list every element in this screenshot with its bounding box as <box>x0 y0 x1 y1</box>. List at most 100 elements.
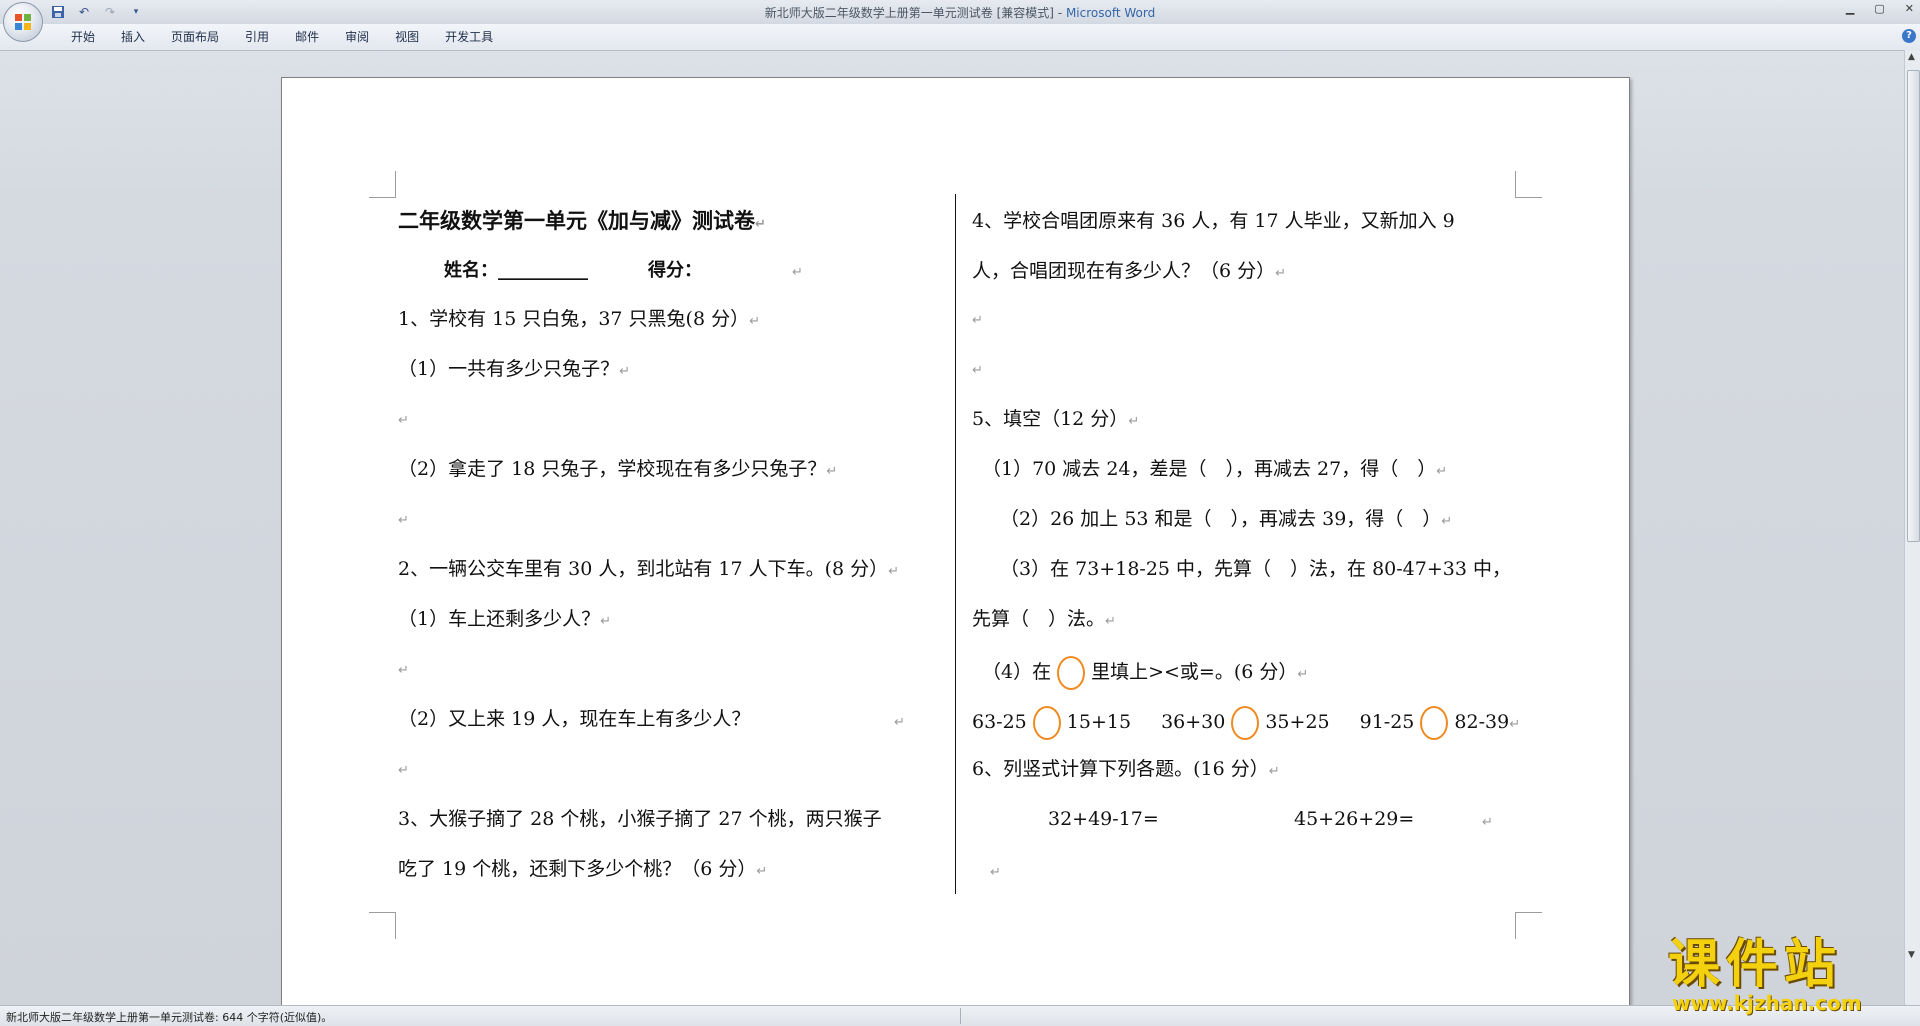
scroll-down-icon[interactable]: ▼ <box>1908 950 1915 960</box>
question-3-text-a: 3、大猴子摘了 28 个桃，小猴子摘了 27 个桃，两只猴子 <box>398 808 882 830</box>
question-2-1: （1）车上还剩多少人？↵ <box>398 606 611 635</box>
column-divider <box>955 194 956 894</box>
comparison-circle <box>1057 656 1086 690</box>
question-1-text: 1、学校有 15 只白兔，37 只黑兔(8 分） <box>398 308 750 330</box>
watermark-logo-text: 课件站 <box>1668 935 1843 995</box>
cmp-3-right: 82-39 <box>1454 711 1510 733</box>
cmp-3-left: 91-25 <box>1359 711 1415 733</box>
minimize-icon[interactable]: ▁ <box>1846 2 1854 15</box>
app-name: Microsoft Word <box>1065 6 1156 20</box>
paragraph-mark: ↵ <box>1128 414 1140 429</box>
question-5-4: （4）在 里填上><或=。(6 分）↵ <box>982 656 1308 690</box>
question-5-text: 5、填空（12 分） <box>972 408 1129 430</box>
tab-view[interactable]: 视图 <box>382 29 432 45</box>
cmp-1-right: 15+15 <box>1066 711 1132 733</box>
tab-review[interactable]: 审阅 <box>332 29 382 45</box>
tab-home[interactable]: 开始 <box>58 29 108 45</box>
name-label: 姓名： <box>444 260 498 281</box>
tab-developer[interactable]: 开发工具 <box>432 29 506 45</box>
cmp-2-right: 35+25 <box>1265 711 1330 733</box>
question-5-3-line-2: 先算（ ）法。↵ <box>972 606 1116 635</box>
question-1-2: （2）拿走了 18 只兔子，学校现在有多少只兔子？↵ <box>398 456 837 485</box>
paragraph-mark: ↵ <box>1105 614 1116 629</box>
crop-mark <box>1515 171 1542 198</box>
question-5-1-text: （1）70 减去 24，差是（ ），再减去 27，得（ ） <box>982 458 1437 480</box>
question-3-line-1: 3、大猴子摘了 28 个桃，小猴子摘了 27 个桃，两只猴子 <box>398 806 882 832</box>
office-button[interactable] <box>3 2 43 42</box>
question-2: 2、一辆公交车里有 30 人，到北站有 17 人下车。(8 分）↵ <box>398 556 899 585</box>
scroll-thumb[interactable] <box>1907 70 1920 542</box>
paragraph-mark: ↵ <box>1436 464 1448 479</box>
question-4-line-2: 人，合唱团现在有多少人？（6 分）↵ <box>972 258 1286 287</box>
close-icon[interactable]: ✕ <box>1905 2 1914 15</box>
comparison-row: 63-25 15+15 36+30 35+25 91-25 82-39↵ <box>972 706 1520 740</box>
status-text: 新北师大版二年级数学上册第一单元测试卷: 644 个字符(近似值)。 <box>6 1011 333 1024</box>
name-score-line: 姓名：__________ 得分： <box>444 258 702 284</box>
paragraph-mark: ↵ <box>398 763 409 778</box>
paragraph-mark: ↵ <box>619 364 630 379</box>
question-5-4-text-tail: <或=。(6 分） <box>1164 661 1298 683</box>
question-2-1-text: （1）车上还剩多少人？ <box>398 608 601 630</box>
exam-title-text: 二年级数学第一单元《加与减》测试卷 <box>398 209 755 233</box>
paragraph-mark: ↵ <box>972 313 983 328</box>
question-4-text-b: 人，合唱团现在有多少人？（6 分） <box>972 260 1276 282</box>
watermark: 课件站 www.kjzhan.com <box>1668 922 1908 1015</box>
help-icon[interactable]: ? <box>1902 29 1916 43</box>
question-6: 6、列竖式计算下列各题。(16 分）↵ <box>972 756 1280 785</box>
question-1-2-text: （2）拿走了 18 只兔子，学校现在有多少只兔子？ <box>398 458 827 480</box>
tab-page-layout[interactable]: 页面布局 <box>158 29 232 45</box>
title-separator: - <box>1053 6 1066 20</box>
question-5-3-text-b: 先算（ ）法。 <box>972 608 1106 630</box>
paragraph-mark: ↵ <box>888 564 900 579</box>
exam-title: 二年级数学第一单元《加与减》测试卷↵ <box>398 208 766 238</box>
document-page[interactable]: 二年级数学第一单元《加与减》测试卷↵ 姓名：__________ 得分： ↵ 1、… <box>281 77 1630 1009</box>
status-divider <box>960 1008 961 1024</box>
window-controls: ▁ ▢ ✕ <box>1846 2 1914 15</box>
paragraph-mark: ↵ <box>972 363 983 378</box>
answer-circle[interactable] <box>1032 706 1061 740</box>
paragraph-mark: ↵ <box>398 513 409 528</box>
question-6-expr-1-text: 32+49-17= <box>1048 808 1159 830</box>
question-3-text-b: 吃了 19 个桃，还剩下多少个桃？（6 分） <box>398 858 757 880</box>
scroll-up-icon[interactable]: ▲ <box>1908 52 1915 62</box>
paragraph-mark: ↵ <box>755 217 766 232</box>
score-label: 得分： <box>648 260 702 281</box>
question-1-1-text: （1）一共有多少只兔子？ <box>398 358 620 380</box>
paragraph-mark: ↵ <box>398 663 409 678</box>
name-blank: __________ <box>498 260 588 281</box>
tab-insert[interactable]: 插入 <box>108 29 158 45</box>
question-5-4-text-post: 里填上> <box>1091 661 1165 683</box>
question-2-2: （2）又上来 19 人，现在车上有多少人？ <box>398 706 750 732</box>
paragraph-mark: ↵ <box>756 864 768 879</box>
question-2-2-text: （2）又上来 19 人，现在车上有多少人？ <box>398 708 751 730</box>
question-6-expr-1: 32+49-17= <box>1048 806 1159 832</box>
question-5-2-text: （2）26 加上 53 和是（ ），再减去 39，得（ ） <box>1000 508 1442 530</box>
cmp-2-left: 36+30 <box>1161 711 1226 733</box>
answer-circle[interactable] <box>1231 706 1260 740</box>
tab-references[interactable]: 引用 <box>232 29 282 45</box>
ribbon-tabs: 开始 插入 页面布局 引用 邮件 审阅 视图 开发工具 <box>58 29 506 45</box>
crop-mark <box>369 912 396 939</box>
question-4-text-a: 4、学校合唱团原来有 36 人，有 17 人毕业，又新加入 9 <box>972 210 1455 232</box>
question-6-expr-2: 45+26+29= <box>1294 806 1414 832</box>
paragraph-mark: ↵ <box>600 614 611 629</box>
question-5-2: （2）26 加上 53 和是（ ），再减去 39，得（ ）↵ <box>1000 506 1452 535</box>
paragraph-mark: ↵ <box>826 464 838 479</box>
window-title: 新北师大版二年级数学上册第一单元测试卷 [兼容模式] - Microsoft W… <box>0 4 1920 21</box>
question-2-text: 2、一辆公交车里有 30 人，到北站有 17 人下车。(8 分） <box>398 558 889 580</box>
answer-circle[interactable] <box>1420 706 1449 740</box>
question-5-3-text-a: （3）在 73+18-25 中，先算（ ）法，在 80-47+33 中， <box>1000 558 1511 580</box>
tab-mailings[interactable]: 邮件 <box>282 29 332 45</box>
paragraph-mark: ↵ <box>792 265 803 280</box>
maximize-icon[interactable]: ▢ <box>1874 2 1884 15</box>
paragraph-mark: ↵ <box>1275 266 1287 281</box>
status-bar: 新北师大版二年级数学上册第一单元测试卷: 644 个字符(近似值)。 <box>0 1005 1920 1026</box>
question-1: 1、学校有 15 只白兔，37 只黑兔(8 分）↵ <box>398 306 760 335</box>
question-1-1: （1）一共有多少只兔子？↵ <box>398 356 630 385</box>
paragraph-mark: ↵ <box>1509 717 1521 732</box>
vertical-scrollbar[interactable]: ▲ ▼ <box>1904 50 1920 1005</box>
question-6-text: 6、列竖式计算下列各题。(16 分） <box>972 758 1269 780</box>
office-logo-icon <box>15 14 31 30</box>
crop-mark <box>1515 912 1542 939</box>
ribbon: 开始 插入 页面布局 引用 邮件 审阅 视图 开发工具 ? <box>0 24 1920 51</box>
